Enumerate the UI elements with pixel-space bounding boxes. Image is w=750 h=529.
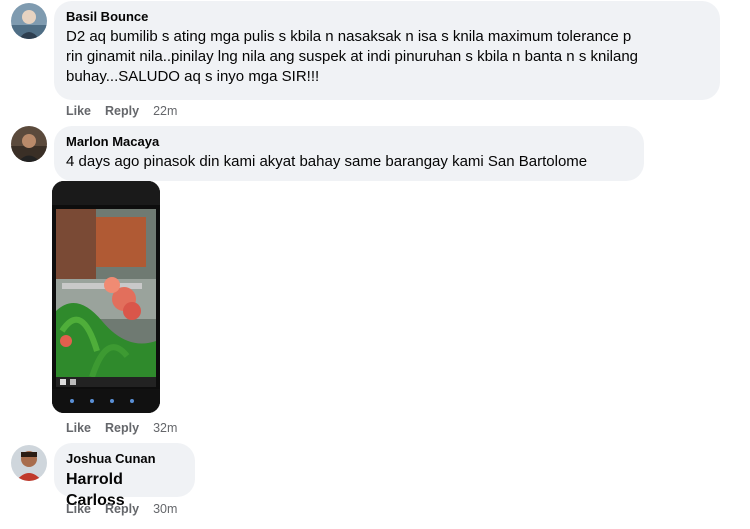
comment-timestamp[interactable]: 22m [153,103,177,119]
reply-button[interactable]: Reply [105,420,139,436]
comment-timestamp[interactable]: 32m [153,420,177,436]
comment-text-line: rin ginamit nila..pinilay lng nila ang s… [66,48,639,65]
like-button[interactable]: Like [66,501,91,517]
comment-text: 4 days ago pinasok din kami akyat bahay … [66,152,632,172]
avatar[interactable] [11,126,47,162]
comment-text: D2 aq bumilib s ating mga pulis s kbila … [66,27,708,87]
comment-text-line: 4 days ago pinasok din kami akyat bahay … [66,153,588,170]
like-button[interactable]: Like [66,420,91,436]
avatar[interactable] [11,445,47,481]
reply-button[interactable]: Reply [105,103,139,119]
comment-author[interactable]: Basil Bounce [66,9,708,25]
comment-text-line: D2 aq bumilib s ating mga pulis s kbila … [66,28,632,45]
comment-bubble: Marlon Macaya 4 days ago pinasok din kam… [54,126,644,181]
comment-author[interactable]: Joshua Cunan [66,451,183,467]
comment-bubble: Joshua Cunan Harrold Carloss [54,443,195,509]
like-button[interactable]: Like [66,103,91,119]
comment-attachment-image[interactable] [52,181,160,413]
comment-actions: Like Reply 22m [66,103,177,119]
comment-text-line: buhay...SALUDO aq s inyo mga SIR!!! [66,68,320,85]
comment-actions: Like Reply 30m [66,501,177,517]
avatar[interactable] [11,3,47,39]
comment-timestamp[interactable]: 30m [153,501,177,517]
reply-button[interactable]: Reply [105,501,139,517]
comment-actions: Like Reply 32m [66,420,177,436]
comment-author[interactable]: Marlon Macaya [66,134,632,150]
comment-bubble: Basil Bounce D2 aq bumilib s ating mga p… [54,1,720,100]
